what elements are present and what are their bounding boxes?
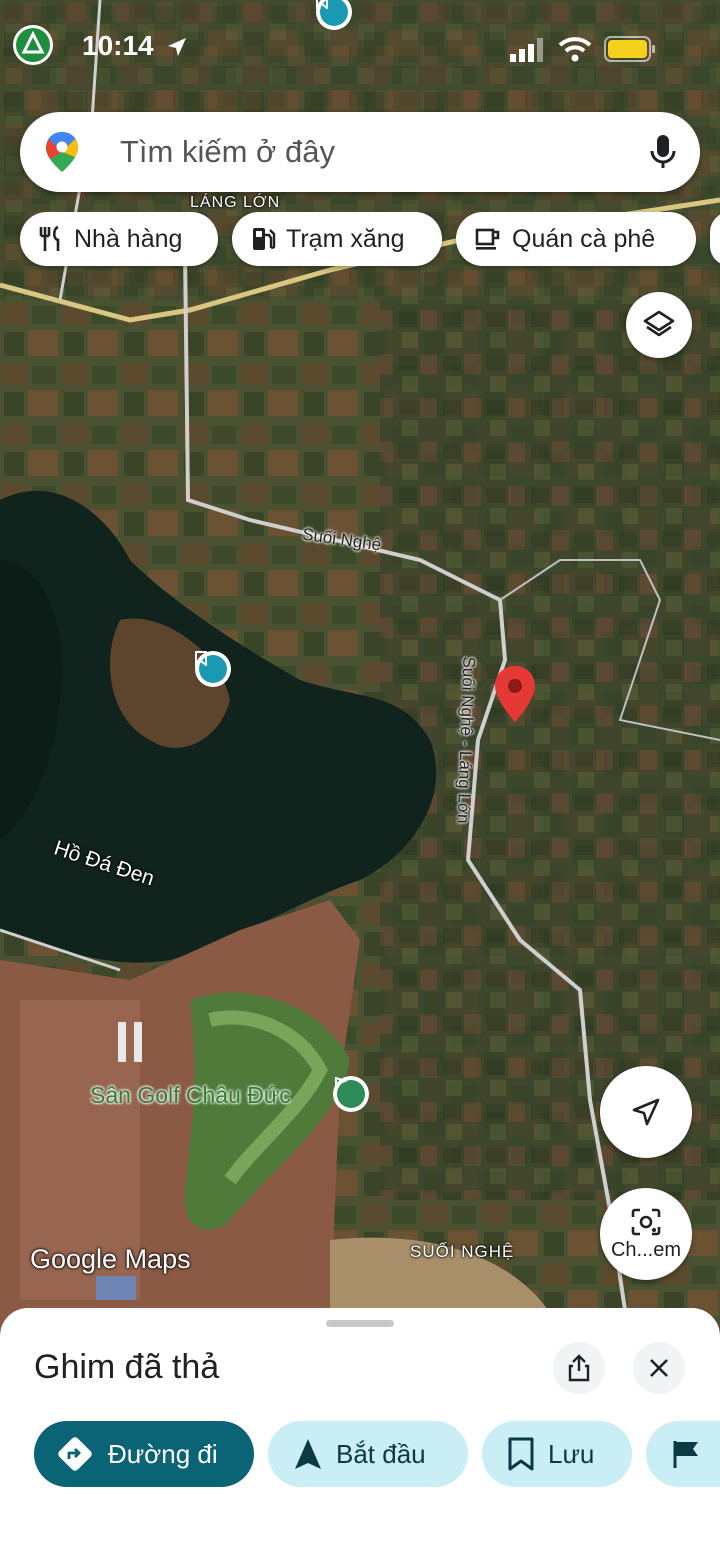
chip-cafes[interactable]: Quán cà phê <box>456 212 696 266</box>
chip-restaurants[interactable]: Nhà hàng <box>20 212 218 266</box>
save-label: Lưu <box>548 1438 595 1469</box>
sheet-title: Ghim đã thả <box>34 1348 220 1386</box>
restaurant-icon <box>38 225 64 253</box>
google-maps-logo-icon <box>46 132 78 172</box>
label-button[interactable] <box>646 1421 720 1487</box>
navigation-arrow-icon <box>632 1098 660 1126</box>
signal-icon <box>510 38 543 62</box>
chip-label: Quán cà phê <box>512 224 656 253</box>
start-label: Bắt đầu <box>336 1438 426 1469</box>
navigation-icon <box>294 1438 322 1470</box>
drag-handle[interactable] <box>326 1320 394 1327</box>
bottom-sheet[interactable]: Ghim đã thả Đường đi Bắt đầu Lưu <box>0 1308 720 1558</box>
layers-icon <box>643 310 675 337</box>
share-icon <box>568 1354 590 1382</box>
google-maps-watermark: Google Maps <box>30 1244 191 1274</box>
save-button[interactable]: Lưu <box>482 1421 632 1487</box>
search-placeholder[interactable]: Tìm kiếm ở đây <box>120 134 335 170</box>
chip-label: Nhà hàng <box>74 224 183 253</box>
directions-button[interactable]: Đường đi <box>34 1421 254 1487</box>
status-time: 10:14 <box>82 30 154 61</box>
chip-gas-stations[interactable]: Trạm xăng <box>232 212 442 266</box>
layers-button[interactable] <box>626 292 692 358</box>
start-button[interactable]: Bắt đầu <box>268 1421 468 1487</box>
map-label-lang-lon: LÁNG LỚN <box>190 194 281 211</box>
chip-label: Trạm xăng <box>286 224 405 253</box>
lens-label: Ch...em <box>610 1238 682 1261</box>
wifi-icon <box>558 37 592 62</box>
flag-icon <box>672 1439 700 1469</box>
microphone-icon[interactable] <box>650 134 676 170</box>
status-bar: 10:14 <box>0 0 720 96</box>
location-arrow-icon <box>168 38 186 56</box>
battery-icon <box>604 36 655 62</box>
poi-marker[interactable] <box>195 651 231 687</box>
lens-camera-icon <box>631 1208 661 1235</box>
search-bar[interactable]: Tìm kiếm ở đây <box>20 112 700 192</box>
cafe-icon <box>474 226 502 252</box>
directions-icon <box>56 1435 94 1473</box>
golf-flag-icon <box>335 1077 365 1108</box>
share-button[interactable] <box>553 1342 605 1394</box>
map-label-suoi-nghe-area: SUỐI NGHỆ <box>410 1242 515 1261</box>
close-icon <box>650 1359 668 1377</box>
lens-button[interactable]: Ch...em <box>600 1188 692 1280</box>
close-button[interactable] <box>633 1342 685 1394</box>
map-label-golf-course: Sân Golf Châu Đức <box>90 1082 291 1108</box>
bookmark-icon <box>508 1437 534 1471</box>
bookmark-icon <box>195 651 227 683</box>
maps-app-badge-icon <box>13 25 53 65</box>
dropped-pin-icon[interactable] <box>492 664 538 726</box>
directions-label: Đường đi <box>108 1438 218 1469</box>
my-location-button[interactable] <box>600 1066 692 1158</box>
golf-poi-marker[interactable] <box>333 1076 369 1112</box>
gas-station-icon <box>250 225 276 253</box>
